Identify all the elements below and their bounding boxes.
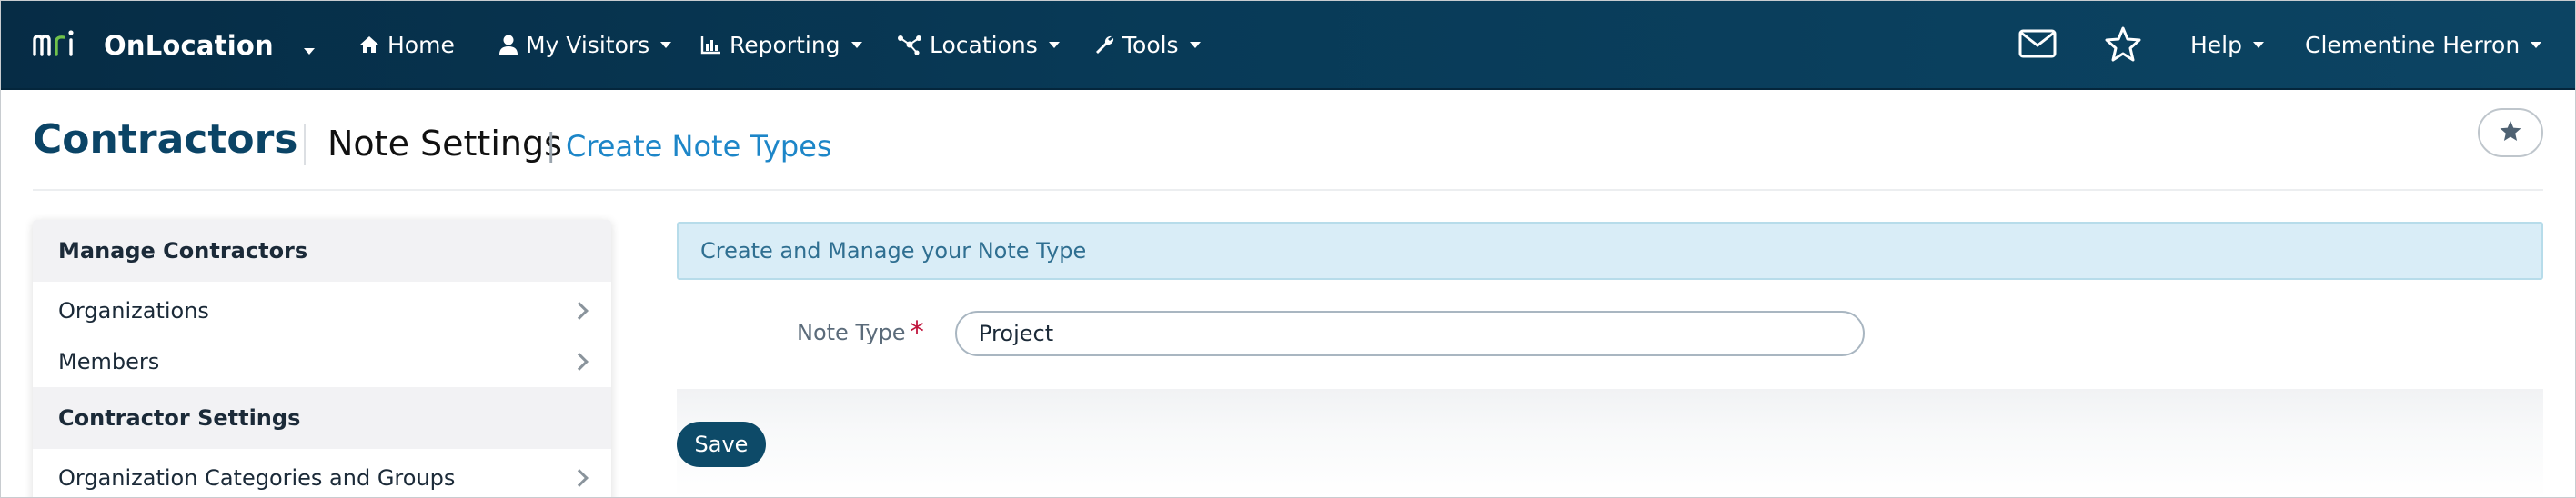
- app-switcher-caret[interactable]: [304, 42, 315, 59]
- nav-help-label: Help: [2190, 31, 2242, 58]
- sidebar-item-organization-categories[interactable]: Organization Categories and Groups: [33, 453, 611, 498]
- chevron-down-icon: [2253, 41, 2264, 48]
- nav-help[interactable]: Help: [2190, 27, 2264, 62]
- header-divider: [33, 189, 2543, 191]
- info-banner: Create and Manage your Note Type: [677, 222, 2543, 280]
- favorites-button[interactable]: [2103, 25, 2143, 65]
- chevron-right-icon: [570, 302, 589, 320]
- star-icon: [2499, 120, 2522, 145]
- chevron-right-icon: [570, 353, 589, 371]
- note-type-label: Note Type: [797, 320, 906, 345]
- breadcrumb-separator: |: [546, 127, 557, 164]
- network-icon: [897, 34, 922, 55]
- chevron-down-icon: [850, 41, 862, 48]
- nav-home-label: Home: [387, 31, 455, 58]
- brand[interactable]: OnLocation: [31, 27, 274, 64]
- chevron-right-icon: [570, 469, 589, 487]
- sidebar-section-header: Manage Contractors: [33, 220, 611, 282]
- sidebar-item-label: Organizations: [58, 298, 209, 324]
- add-favorite-button[interactable]: [2478, 108, 2543, 157]
- page-subtitle: Note Settings: [327, 124, 562, 164]
- chevron-down-icon: [660, 41, 672, 48]
- top-navigation-bar: OnLocation Home My Visitors Reporting Lo…: [0, 0, 2576, 90]
- star-icon: [2104, 25, 2142, 65]
- sidebar: Manage Contractors Organizations Members…: [33, 220, 611, 498]
- nav-locations[interactable]: Locations: [897, 27, 1060, 62]
- create-note-types-link[interactable]: Create Note Types: [566, 129, 832, 164]
- sidebar-item-label: Members: [58, 349, 160, 374]
- nav-tools[interactable]: Tools: [1093, 27, 1201, 62]
- user-icon: [498, 34, 518, 55]
- chevron-down-icon: [2531, 41, 2542, 48]
- chevron-down-icon: [1189, 41, 1201, 48]
- bar-chart-icon: [700, 35, 722, 55]
- nav-my-visitors-label: My Visitors: [526, 31, 650, 58]
- home-icon: [358, 35, 380, 55]
- chevron-down-icon: [1048, 41, 1060, 48]
- nav-tools-label: Tools: [1122, 31, 1179, 58]
- note-type-input[interactable]: [955, 311, 1865, 356]
- sidebar-item-organizations[interactable]: Organizations: [33, 285, 611, 336]
- page-title: Contractors: [33, 116, 298, 163]
- nav-reporting[interactable]: Reporting: [700, 27, 862, 62]
- title-divider: [304, 124, 306, 165]
- nav-home[interactable]: Home: [358, 27, 455, 62]
- envelope-icon: [2018, 29, 2057, 62]
- sidebar-item-members[interactable]: Members: [33, 336, 611, 387]
- nav-reporting-label: Reporting: [730, 31, 840, 58]
- form-actions-bar: [677, 389, 2543, 498]
- user-menu[interactable]: Clementine Herron: [2305, 27, 2542, 62]
- user-name: Clementine Herron: [2305, 31, 2521, 58]
- sidebar-item-label: Organization Categories and Groups: [58, 465, 456, 491]
- chevron-down-icon: [304, 48, 315, 55]
- sidebar-section-header: Contractor Settings: [33, 387, 611, 449]
- required-marker: *: [910, 314, 924, 349]
- app-name: OnLocation: [104, 30, 274, 61]
- mri-logo: [33, 30, 74, 56]
- wrench-icon: [1093, 34, 1115, 55]
- save-button[interactable]: Save: [677, 422, 766, 467]
- nav-locations-label: Locations: [930, 31, 1038, 58]
- nav-my-visitors[interactable]: My Visitors: [498, 27, 672, 62]
- messages-button[interactable]: [2018, 25, 2058, 65]
